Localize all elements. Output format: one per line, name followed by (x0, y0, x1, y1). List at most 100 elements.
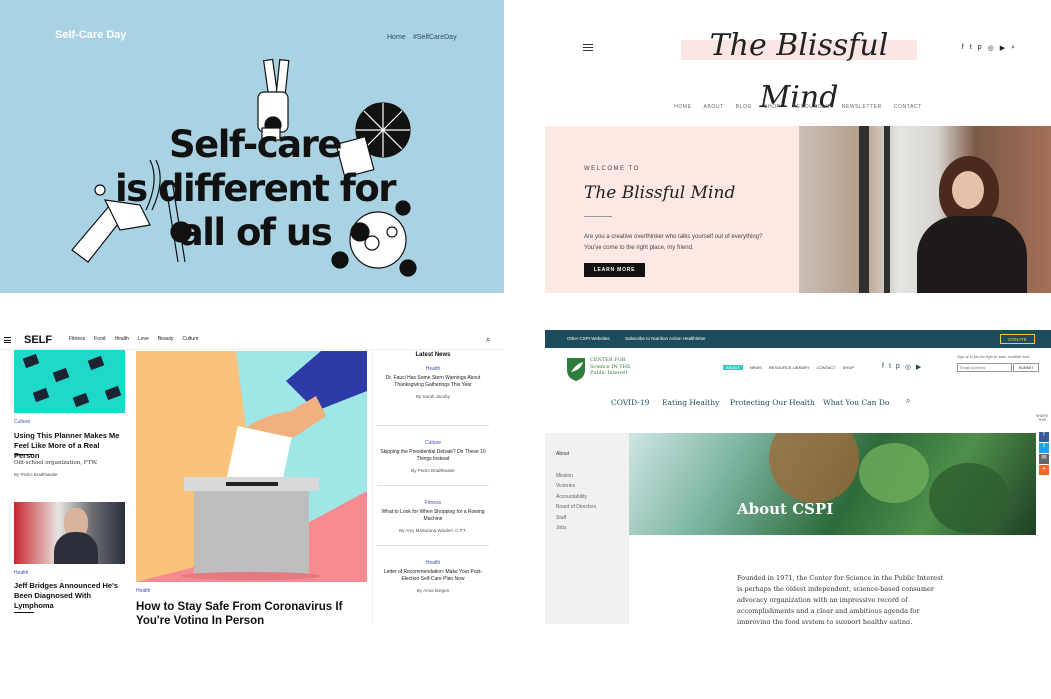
ballot-box-illustration (136, 351, 367, 582)
script-logo[interactable]: The Blissful Mind (681, 20, 917, 115)
category-label[interactable]: Culture (14, 419, 30, 425)
latest-news-item[interactable]: Health Letter of Recommendation: Make Yo… (377, 546, 489, 606)
email-share-icon[interactable]: ✉ (1039, 454, 1049, 464)
top-bar: Other CSPI Websites Subscribe to Nutriti… (545, 330, 1051, 348)
welcome-title: The Blissful Mind (584, 183, 736, 203)
pinterest-icon[interactable]: p (978, 44, 982, 52)
hamburger-menu-icon[interactable] (583, 44, 593, 51)
self-care-day-screenshot: Self-Care Day Home #SelfCareDay Self-car… (0, 0, 504, 293)
youtube-icon[interactable]: ▶ (1000, 44, 1005, 52)
nav-eating-healthy[interactable]: Eating Healthy (662, 398, 719, 407)
learn-more-button[interactable]: LEARN MORE (584, 263, 645, 277)
nav-health[interactable]: Health (115, 336, 129, 342)
search-icon[interactable]: ⌕ (906, 396, 910, 406)
sidebar-item-board[interactable]: Board of Directors (556, 504, 596, 510)
sidebar-item-accountability[interactable]: Accountability (556, 494, 587, 500)
category-label[interactable]: Health (14, 570, 28, 576)
category-label[interactable]: Health (136, 588, 150, 594)
latest-news-list: Health Dr. Fauci Has Some Stern Warnings… (377, 366, 489, 606)
share-bar: f t ✉ + (1039, 432, 1049, 475)
article-title[interactable]: Using This Planner Makes Me Feel Like Mo… (14, 431, 126, 461)
nav-resource-library[interactable]: RESOURCE LIBRARY (769, 365, 810, 370)
news-title[interactable]: Dr. Fauci Has Some Stern Warnings About … (377, 375, 489, 389)
nav-fitness[interactable]: Fitness (69, 336, 85, 342)
nav-beauty[interactable]: Beauty (158, 336, 174, 342)
feature-image[interactable] (136, 351, 367, 582)
welcome-label: WELCOME TO (584, 166, 640, 172)
cspi-logo-icon (567, 358, 585, 381)
category-nav: Fitness Food Health Love Beauty Culture (69, 336, 199, 342)
welcome-body: Are you a creative overthinker who talks… (584, 234, 763, 251)
sidebar-item-jobs[interactable]: Jobs (556, 525, 567, 531)
submit-button[interactable]: SUBMIT (1013, 363, 1039, 372)
nav-contact[interactable]: CONTACT (817, 365, 836, 370)
cspi-wordmark: CENTER FOR Science IN THE Public Interes… (590, 357, 631, 377)
self-logo[interactable]: SELF (24, 334, 52, 346)
nav-what-you-can-do[interactable]: What You Can Do (823, 398, 889, 407)
share-label: SHARE THIS (1035, 414, 1049, 422)
news-title[interactable]: Skipping the Presidential Debate? Do The… (377, 449, 489, 463)
intro-text: Founded in 1971, the Center for Science … (737, 574, 944, 624)
youtube-icon[interactable]: ▶ (916, 363, 921, 371)
latest-news-item[interactable]: Health Dr. Fauci Has Some Stern Warnings… (377, 366, 489, 426)
more-share-icon[interactable]: + (1039, 465, 1049, 475)
main-nav: HOME ABOUT BLOG SHOP RESOURCES NEWSLETTE… (545, 104, 1051, 110)
byline: By Pedro Bradthwaite (14, 472, 58, 477)
feature-title[interactable]: How to Stay Safe From Coronavirus If You… (136, 600, 376, 624)
email-input[interactable] (957, 363, 1012, 372)
byline: By Pedro Bradthwaite (411, 468, 455, 473)
cspi-logo[interactable]: CENTER FOR Science IN THE Public Interes… (565, 356, 665, 384)
page-title: About CSPI (737, 500, 834, 518)
nav-blog[interactable]: BLOG (736, 104, 752, 110)
nav-resources[interactable]: RESOURCES (793, 104, 830, 110)
category-label[interactable]: Fitness (377, 500, 489, 506)
nav-about[interactable]: ABOUT (723, 365, 743, 370)
article-title[interactable]: Jeff Bridges Announced He's Been Diagnos… (14, 581, 126, 611)
latest-news-item[interactable]: Culture Skipping the Presidential Debate… (377, 426, 489, 486)
nav-contact[interactable]: CONTACT (894, 104, 922, 110)
news-title[interactable]: Letter of Recommendation: Make Your Post… (377, 569, 489, 583)
twitter-icon[interactable]: t (889, 363, 891, 371)
other-websites-link[interactable]: Other CSPI Websites (567, 336, 610, 341)
subscribe-link[interactable]: Subscribe to Nutrition Action Healthlett… (625, 336, 706, 341)
search-icon[interactable]: ⌕ (1011, 44, 1015, 52)
divider (14, 454, 34, 455)
twitter-share-icon[interactable]: t (1039, 443, 1049, 453)
nav-covid[interactable]: COVID-19 (611, 398, 649, 407)
facebook-share-icon[interactable]: f (1039, 432, 1049, 442)
sidebar-item-staff[interactable]: Staff (556, 515, 566, 521)
facebook-icon[interactable]: f (882, 363, 884, 371)
sidebar-item-mission[interactable]: Mission (556, 473, 573, 479)
donate-button[interactable]: DONATE (1000, 334, 1035, 344)
latest-news-item[interactable]: Fitness What to Look for When Shopping f… (377, 486, 489, 546)
social-icons: f t p ◎ ▶ (882, 363, 921, 371)
facebook-icon[interactable]: f (962, 44, 964, 52)
nav-shop[interactable]: SHOP (843, 365, 854, 370)
nav-food[interactable]: Food (94, 336, 105, 342)
category-label[interactable]: Health (377, 560, 489, 566)
hero-line-3: all of us (178, 211, 333, 254)
nav-protecting-health[interactable]: Protecting Our Health (730, 398, 815, 407)
category-label[interactable]: Culture (377, 440, 489, 446)
hero-line-2: is different for (114, 167, 397, 210)
nav-newsletter[interactable]: NEWSLETTER (842, 104, 882, 110)
pinterest-icon[interactable]: p (896, 363, 900, 371)
jeff-bridges-image[interactable] (14, 502, 125, 564)
nav-about[interactable]: ABOUT (704, 104, 724, 110)
nav-shop[interactable]: SHOP (764, 104, 781, 110)
signup-text: Sign up to join the fight for safer, hea… (957, 355, 1030, 359)
instagram-icon[interactable]: ◎ (988, 44, 994, 52)
planner-image[interactable] (14, 350, 125, 413)
category-label[interactable]: Health (377, 366, 489, 372)
sidebar-item-victories[interactable]: Victories (556, 483, 575, 489)
byline: By Anna Borges (416, 588, 450, 593)
hamburger-menu-icon[interactable] (4, 337, 11, 343)
nav-news[interactable]: NEWS (750, 365, 762, 370)
search-icon[interactable]: ⌕ (486, 335, 490, 345)
twitter-icon[interactable]: t (970, 44, 972, 52)
nav-home[interactable]: HOME (674, 104, 691, 110)
instagram-icon[interactable]: ◎ (905, 363, 911, 371)
news-title[interactable]: What to Look for When Shopping for a Row… (377, 509, 489, 523)
nav-love[interactable]: Love (138, 336, 149, 342)
nav-culture[interactable]: Culture (182, 336, 198, 342)
